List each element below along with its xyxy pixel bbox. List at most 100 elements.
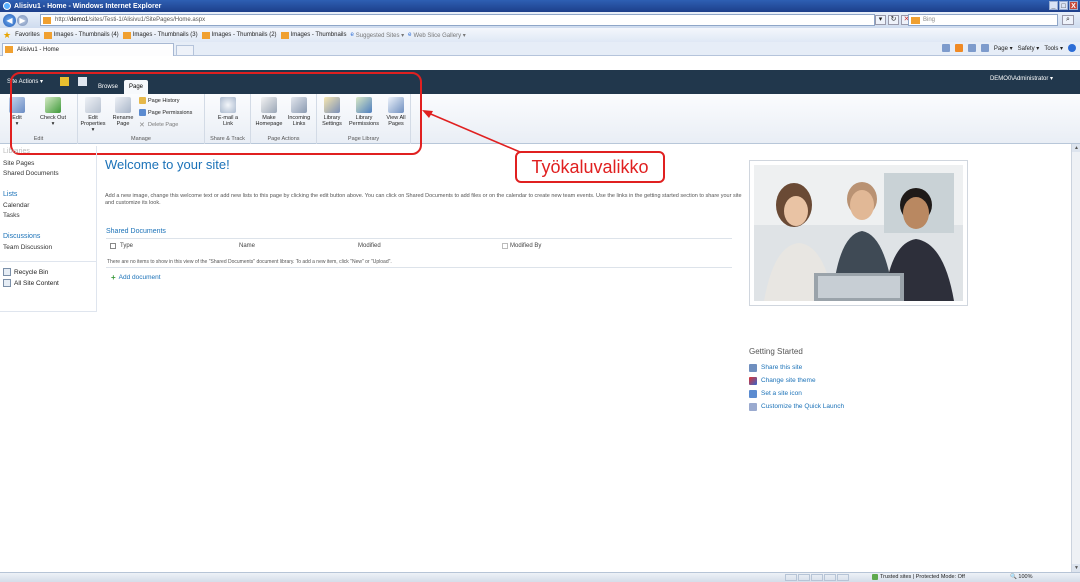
page-icon	[5, 46, 13, 53]
forward-button[interactable]: ▶	[17, 14, 28, 26]
search-placeholder: Bing	[923, 17, 936, 23]
favorites-star-icon[interactable]: ★	[3, 30, 11, 41]
help-icon[interactable]	[1068, 44, 1076, 52]
address-path: /sites/Testi-1/Alisivu1/SitePages/Home.a…	[88, 17, 206, 23]
back-button[interactable]: ◀	[3, 13, 16, 27]
scroll-up-icon[interactable]: ▲	[1072, 144, 1080, 152]
ql-site-pages[interactable]: Site Pages	[0, 160, 96, 167]
col-type[interactable]: Type	[120, 243, 133, 249]
status-bar: Trusted sites | Protected Mode: Off 🔍 10…	[0, 572, 1080, 582]
favorite-item-label: Web Slice Gallery ▾	[413, 32, 466, 39]
zoom-control[interactable]: 🔍 100%	[1010, 574, 1032, 580]
status-cell	[798, 574, 810, 581]
feed-icon	[201, 31, 210, 39]
getting-started-links: Share this site Change site theme Set a …	[749, 361, 844, 413]
feeds-icon[interactable]	[954, 44, 963, 52]
change-theme-link[interactable]: Change site theme	[749, 374, 844, 387]
all-site-content-link[interactable]: All Site Content	[0, 279, 96, 287]
divider	[106, 238, 732, 239]
col-modified-by[interactable]: Modified By	[510, 243, 541, 249]
image-icon	[749, 389, 757, 398]
favorite-item-label: Images - Thumbnails (2)	[211, 32, 277, 38]
favorite-item[interactable]: e Web Slice Gallery ▾	[408, 32, 466, 39]
ie-icon: e	[408, 32, 412, 38]
favorites-bar: ★ Favorites Images - Thumbnails (4) Imag…	[0, 28, 1080, 42]
recycle-bin-icon	[3, 268, 11, 276]
status-cell	[785, 574, 797, 581]
trusted-sites-icon	[872, 574, 878, 580]
new-tab-button[interactable]	[176, 45, 194, 56]
favorite-item-label: Images - Thumbnails (3)	[132, 32, 198, 38]
address-prefix: http://	[55, 17, 71, 23]
customize-quick-launch-link[interactable]: Customize the Quick Launch	[749, 400, 844, 413]
status-cells	[785, 574, 849, 581]
favorites-button[interactable]: Favorites	[15, 32, 40, 38]
discussions-heading[interactable]: Discussions	[0, 233, 96, 240]
site-image-illustration	[754, 165, 963, 301]
feed-icon	[280, 31, 289, 39]
annotation-arrow	[422, 110, 521, 153]
maximize-button[interactable]: □	[1059, 1, 1068, 10]
user-menu[interactable]: DEMO0\Administrator ▾	[990, 75, 1053, 82]
ql-team-discussion[interactable]: Team Discussion	[0, 244, 96, 251]
shared-documents-title[interactable]: Shared Documents	[106, 228, 166, 235]
favorite-item-label: Images - Thumbnails	[290, 32, 347, 38]
favorite-item[interactable]: e Suggested Sites ▾	[350, 32, 404, 39]
page-menu[interactable]: Page ▾	[994, 45, 1013, 52]
libraries-heading[interactable]: Libraries	[0, 148, 96, 155]
col-name[interactable]: Name	[239, 243, 255, 249]
browser-tab[interactable]: Alisivu1 - Home	[2, 43, 174, 56]
minimize-button[interactable]: _	[1049, 1, 1058, 10]
feed-icon	[122, 31, 131, 39]
tab-title: Alisivu1 - Home	[17, 47, 60, 53]
print-icon[interactable]	[980, 44, 989, 52]
status-cell	[824, 574, 836, 581]
col-modified[interactable]: Modified	[358, 243, 381, 249]
favorite-item-label: Suggested Sites ▾	[355, 32, 405, 39]
refresh-icon[interactable]: ↻	[888, 15, 899, 25]
ql-calendar[interactable]: Calendar	[0, 202, 96, 209]
address-host: demo1	[70, 17, 89, 23]
annotation-box	[10, 72, 422, 155]
intro-text: Add a new image, change this welcome tex…	[105, 193, 742, 206]
security-zone[interactable]: Trusted sites | Protected Mode: Off	[872, 574, 965, 580]
address-dropdown-icon[interactable]: ▾	[875, 15, 886, 25]
customize-quick-launch-label: Customize the Quick Launch	[761, 403, 845, 410]
add-document-label: Add document	[118, 274, 161, 281]
lists-heading[interactable]: Lists	[0, 191, 96, 198]
favorite-item[interactable]: Images - Thumbnails (2)	[201, 31, 277, 39]
site-icon-link[interactable]: Set a site icon	[749, 387, 844, 400]
command-bar: Page ▾ Safety ▾ Tools ▾	[941, 44, 1076, 52]
select-all-checkbox[interactable]	[110, 243, 116, 249]
window-title: Alisivu1 - Home - Windows Internet Explo…	[14, 2, 162, 10]
status-cell	[811, 574, 823, 581]
tab-bar: Alisivu1 - Home Page ▾ Safety ▾ Tools ▾	[0, 42, 1080, 56]
favorite-item[interactable]: Images - Thumbnails (4)	[43, 31, 119, 39]
bing-icon	[911, 17, 920, 24]
window-controls: _ □ X	[1049, 1, 1078, 10]
address-input[interactable]: http://demo1/sites/Testi-1/Alisivu1/Site…	[40, 14, 875, 26]
divider	[0, 261, 96, 262]
search-icon[interactable]: ⌕	[1062, 15, 1074, 25]
safety-menu[interactable]: Safety ▾	[1018, 45, 1040, 52]
page-icon	[43, 17, 51, 24]
close-button[interactable]: X	[1069, 1, 1078, 10]
quick-launch-icon	[749, 402, 757, 411]
all-site-content-label: All Site Content	[14, 279, 59, 287]
tools-menu[interactable]: Tools ▾	[1044, 45, 1063, 52]
share-site-link[interactable]: Share this site	[749, 361, 844, 374]
site-content-icon	[3, 279, 11, 287]
favorite-item[interactable]: Images - Thumbnails (3)	[122, 31, 198, 39]
add-document-link[interactable]: + Add document	[111, 273, 161, 282]
favorite-item[interactable]: Images - Thumbnails	[280, 31, 347, 39]
ql-shared-documents[interactable]: Shared Documents	[0, 170, 96, 177]
search-input[interactable]: Bing	[908, 14, 1058, 26]
recycle-bin-link[interactable]: Recycle Bin	[0, 268, 96, 276]
site-image	[749, 160, 968, 306]
scroll-down-icon[interactable]: ▼	[1072, 564, 1080, 572]
ql-tasks[interactable]: Tasks	[0, 212, 96, 219]
site-icon-label: Set a site icon	[761, 390, 802, 397]
vertical-scrollbar[interactable]: ▲ ▼	[1071, 144, 1080, 572]
home-icon[interactable]	[941, 44, 950, 52]
mail-icon[interactable]	[967, 44, 976, 52]
